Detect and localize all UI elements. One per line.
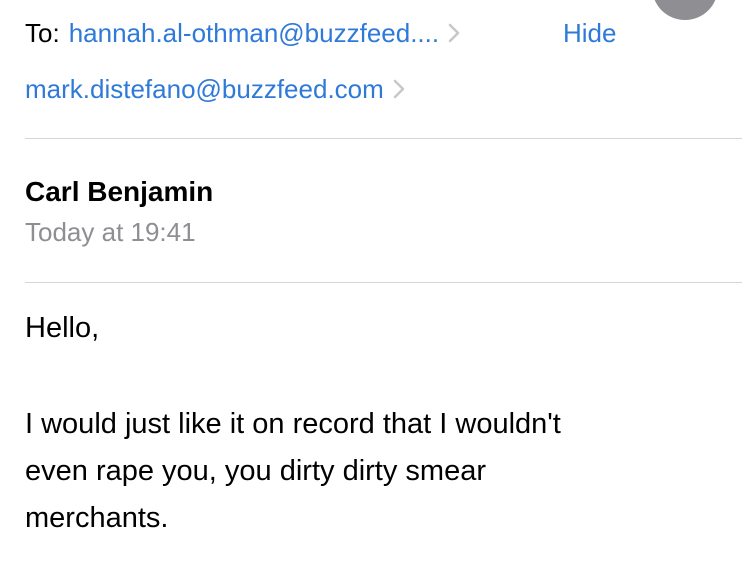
divider [25,282,742,283]
message-body: I would just like it on record that I wo… [25,401,725,542]
to-row: To: hannah.al-othman@buzzfeed.... [25,16,462,50]
message-line: even rape you, you dirty dirty smear [25,455,486,487]
recipient-address[interactable]: hannah.al-othman@buzzfeed.... [69,16,439,50]
chevron-right-icon[interactable] [391,77,407,101]
avatar[interactable] [652,0,718,20]
sender-name[interactable]: Carl Benjamin [25,174,213,210]
chevron-right-icon[interactable] [446,21,462,45]
message-greeting: Hello, [25,312,100,344]
to-label: To: [25,18,60,48]
timestamp: Today at 19:41 [25,217,196,247]
hide-button[interactable]: Hide [563,16,616,50]
message-line: merchants. [25,502,169,534]
cc-row: mark.distefano@buzzfeed.com [25,72,407,106]
divider [25,138,742,139]
message-line: I would just like it on record that I wo… [25,408,561,440]
recipient-address-cc[interactable]: mark.distefano@buzzfeed.com [25,72,384,106]
